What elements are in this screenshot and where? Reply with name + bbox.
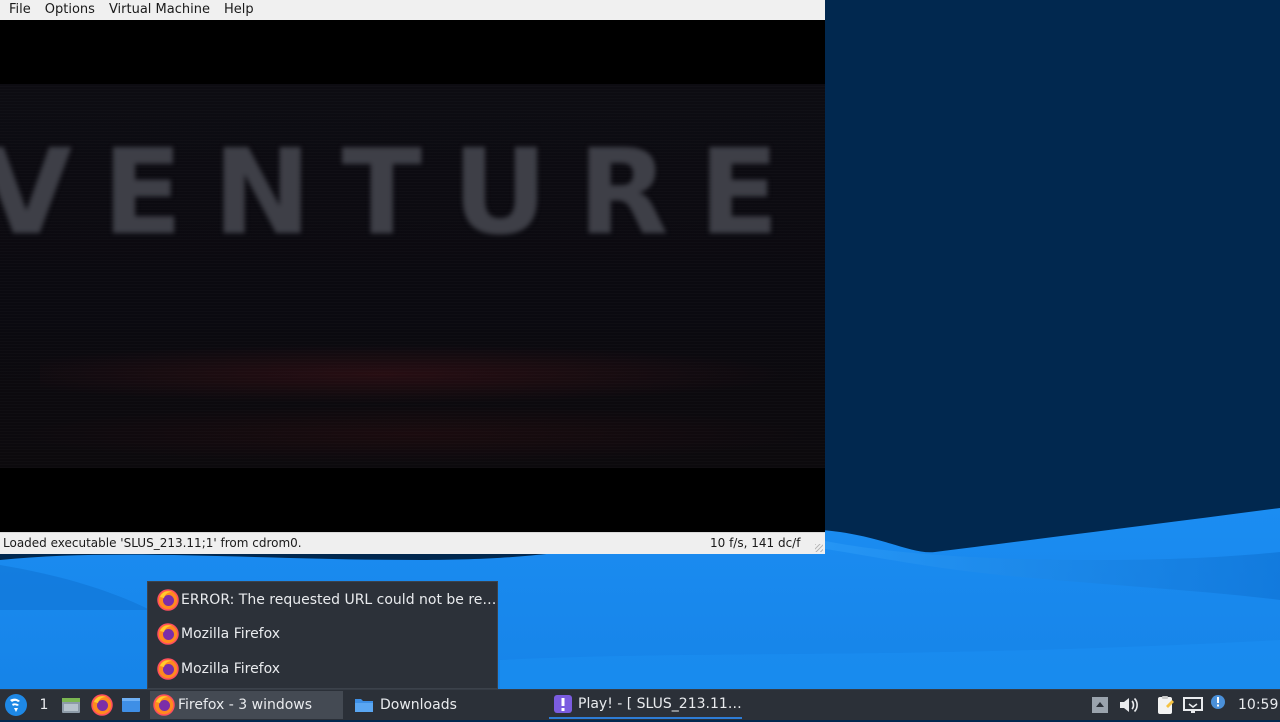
popup-item-label: ERROR: The requested URL could not be re… — [181, 592, 497, 608]
popup-window-mozilla-firefox[interactable]: Mozilla Firefox — [148, 652, 497, 686]
show-desktop-icon — [122, 698, 140, 712]
menu-options[interactable]: Options — [38, 0, 102, 20]
popup-item-label: Mozilla Firefox — [181, 626, 281, 642]
emulator-window: File Options Virtual Machine Help VENTUR… — [0, 0, 825, 554]
file-manager-launcher[interactable] — [60, 694, 82, 716]
file-manager-icon — [62, 698, 80, 713]
status-bar: Loaded executable 'SLUS_213.11;1' from c… — [0, 532, 825, 554]
popup-window-mozilla-firefox[interactable]: Mozilla Firefox — [148, 617, 497, 651]
clock[interactable]: 10:59 — [1238, 690, 1278, 720]
start-menu-button[interactable] — [3, 692, 29, 718]
menu-help[interactable]: Help — [217, 0, 261, 20]
task-label: Play! - [ SLUS_213.11;… — [578, 696, 742, 712]
notification-icon[interactable] — [1209, 693, 1227, 711]
firefox-icon — [157, 589, 179, 611]
firefox-icon — [157, 623, 179, 645]
task-firefox-group[interactable]: Firefox - 3 windows — [150, 691, 343, 719]
firefox-icon — [91, 694, 113, 716]
task-play-emulator[interactable]: Play! - [ SLUS_213.11;… — [549, 691, 742, 719]
menu-file[interactable]: File — [0, 0, 38, 20]
status-fps: 10 f/s, 141 dc/f — [710, 536, 801, 550]
firefox-icon — [153, 694, 175, 716]
window-list-popup: ERROR: The requested URL could not be re… — [147, 581, 498, 689]
volume-icon[interactable] — [1118, 695, 1140, 715]
resize-grip[interactable] — [815, 544, 823, 552]
task-label: Firefox - 3 windows — [178, 697, 313, 713]
firefox-icon — [157, 658, 179, 680]
menu-virtual-machine[interactable]: Virtual Machine — [102, 0, 217, 20]
folder-icon — [353, 694, 375, 716]
tray-expand-icon[interactable] — [1091, 695, 1109, 715]
menu-bar: File Options Virtual Machine Help — [0, 0, 825, 21]
popup-item-label: Mozilla Firefox — [181, 661, 281, 677]
clipboard-icon[interactable] — [1154, 694, 1176, 716]
game-screen[interactable]: VENTURE — [0, 20, 825, 532]
task-label: Downloads — [380, 697, 457, 713]
status-message: Loaded executable 'SLUS_213.11;1' from c… — [3, 536, 302, 550]
task-downloads[interactable]: Downloads — [350, 691, 540, 719]
play-emulator-icon — [552, 693, 574, 715]
game-title-text: VENTURE — [0, 123, 810, 261]
firefox-launcher[interactable] — [91, 694, 113, 716]
lubuntu-logo-icon — [5, 694, 27, 716]
show-desktop-launcher[interactable] — [120, 694, 142, 716]
network-icon[interactable] — [1182, 694, 1204, 716]
popup-window-error-page[interactable]: ERROR: The requested URL could not be re… — [148, 583, 497, 617]
workspace-switcher[interactable]: 1 — [36, 690, 52, 720]
taskbar: 1 Firefox - 3 windows Downloads Play! - … — [0, 689, 1280, 720]
